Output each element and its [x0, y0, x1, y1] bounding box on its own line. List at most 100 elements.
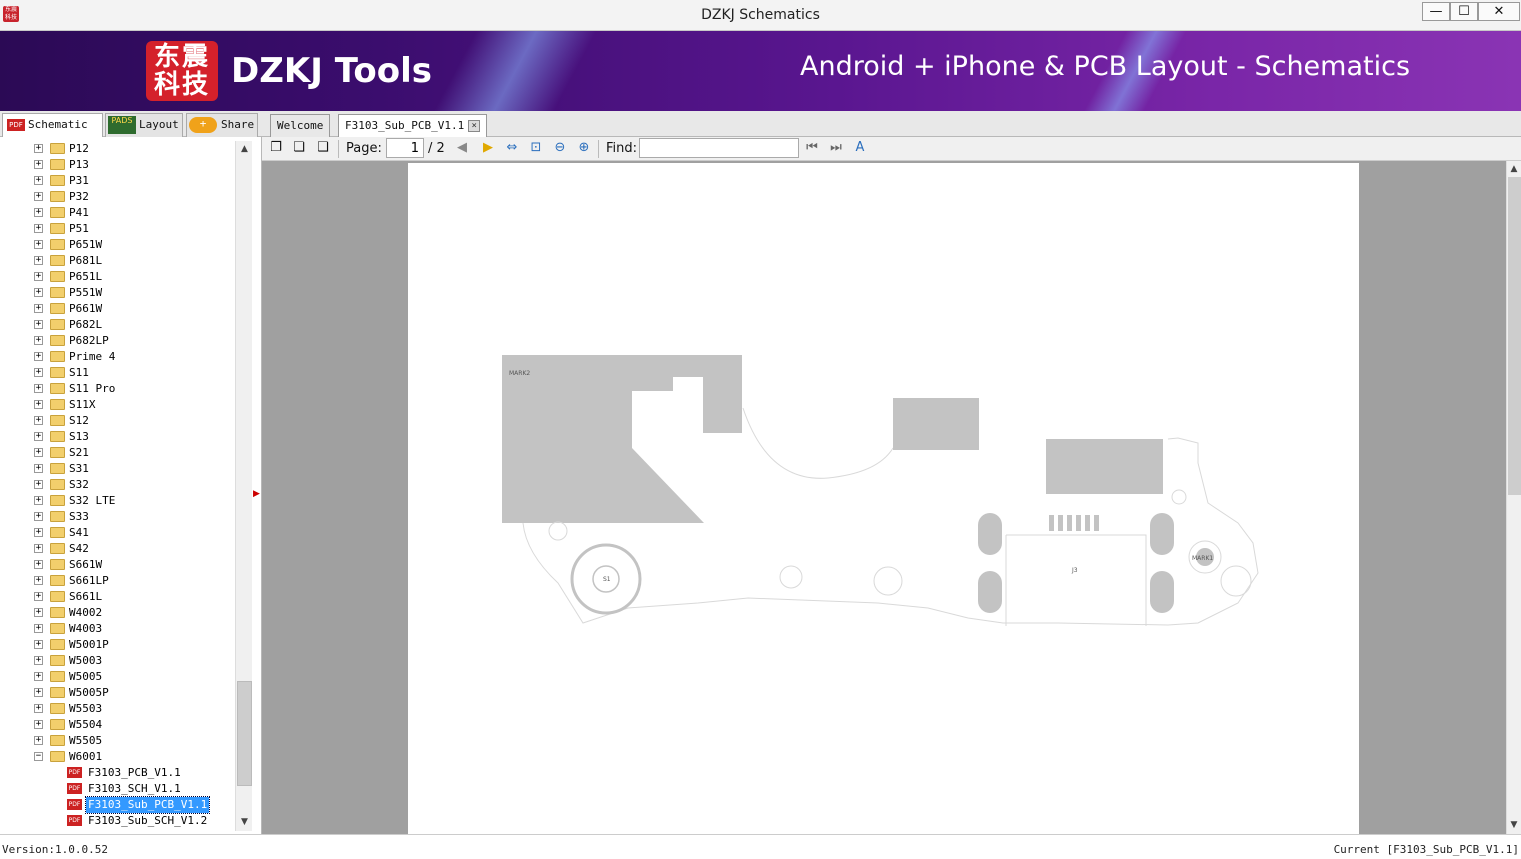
tree-folder-item[interactable]: + W5005	[0, 669, 232, 685]
tree-folder-item[interactable]: + P651L	[0, 269, 232, 285]
tree-folder-item[interactable]: + P661W	[0, 301, 232, 317]
tab-layout[interactable]: PADS Layout	[105, 113, 183, 137]
expand-icon[interactable]: +	[34, 416, 43, 425]
expand-icon[interactable]: +	[34, 256, 43, 265]
expand-icon[interactable]: +	[34, 592, 43, 601]
copy-page-icon[interactable]: ❏	[291, 140, 307, 156]
viewer-scroll-thumb[interactable]	[1508, 177, 1521, 495]
find-input[interactable]	[639, 138, 799, 158]
expand-icon[interactable]: +	[34, 736, 43, 745]
tree-folder-item[interactable]: + S42	[0, 541, 232, 557]
tree-folder-item[interactable]: + W5001P	[0, 637, 232, 653]
minimize-button[interactable]: —	[1422, 2, 1450, 21]
expand-icon[interactable]: +	[34, 304, 43, 313]
expand-icon[interactable]: +	[34, 176, 43, 185]
expand-icon[interactable]: +	[34, 224, 43, 233]
expand-icon[interactable]: +	[34, 288, 43, 297]
tree-folder-item[interactable]: + S32	[0, 477, 232, 493]
expand-icon[interactable]: +	[34, 240, 43, 249]
tree-folder-item[interactable]: + S32 LTE	[0, 493, 232, 509]
tree-folder-item[interactable]: + S661W	[0, 557, 232, 573]
expand-icon[interactable]: +	[34, 400, 43, 409]
tree-folder-item[interactable]: + S31	[0, 461, 232, 477]
tree-folder-item[interactable]: + P31	[0, 173, 232, 189]
tree-folder-item[interactable]: + P681L	[0, 253, 232, 269]
tree-folder-item[interactable]: + W5003	[0, 653, 232, 669]
collapse-icon[interactable]: −	[34, 752, 43, 761]
expand-icon[interactable]: +	[34, 352, 43, 361]
panel-splitter-icon[interactable]: ▶	[253, 489, 260, 499]
tree-folder-item[interactable]: + W5505	[0, 733, 232, 749]
tree-folder-item[interactable]: + S11 Pro	[0, 381, 232, 397]
expand-icon[interactable]: +	[34, 672, 43, 681]
expand-icon[interactable]: +	[34, 480, 43, 489]
tree-file-item[interactable]: PDF F3103_Sub_SCH_V1.2	[0, 813, 232, 829]
expand-icon[interactable]: +	[34, 272, 43, 281]
next-page-icon[interactable]: ▶	[480, 140, 496, 156]
expand-icon[interactable]: +	[34, 160, 43, 169]
document-viewer[interactable]: MARK2 J3 S1 MARK1	[262, 161, 1507, 834]
viewer-scrollbar[interactable]: ▲ ▼	[1506, 161, 1521, 834]
scroll-down-icon[interactable]: ▼	[236, 814, 253, 831]
expand-icon[interactable]: +	[34, 384, 43, 393]
page-number-input[interactable]	[386, 138, 424, 158]
tree-folder-item[interactable]: + S661L	[0, 589, 232, 605]
expand-icon[interactable]: +	[34, 688, 43, 697]
tree-folder-item[interactable]: + W4002	[0, 605, 232, 621]
tree-file-item[interactable]: PDF F3103_PCB_V1.1	[0, 765, 232, 781]
tree-folder-item[interactable]: + P41	[0, 205, 232, 221]
scroll-up-icon[interactable]: ▲	[236, 141, 253, 158]
expand-icon[interactable]: +	[34, 544, 43, 553]
expand-icon[interactable]: +	[34, 336, 43, 345]
fit-width-icon[interactable]: ⇔	[504, 140, 520, 156]
tree-folder-item[interactable]: + P13	[0, 157, 232, 173]
tree-folder-item[interactable]: + P51	[0, 221, 232, 237]
expand-icon[interactable]: +	[34, 656, 43, 665]
expand-icon[interactable]: +	[34, 560, 43, 569]
expand-icon[interactable]: +	[34, 512, 43, 521]
tree-folder-item[interactable]: + S11X	[0, 397, 232, 413]
fit-page-icon[interactable]: ⊡	[528, 140, 544, 156]
expand-icon[interactable]: +	[34, 320, 43, 329]
tree-folder-item-open[interactable]: − W6001	[0, 749, 232, 765]
tree-folder-item[interactable]: + P682L	[0, 317, 232, 333]
expand-icon[interactable]: +	[34, 528, 43, 537]
expand-icon[interactable]: +	[34, 432, 43, 441]
expand-icon[interactable]: +	[34, 624, 43, 633]
scroll-up-icon[interactable]: ▲	[1507, 161, 1521, 178]
copy-all-icon[interactable]: ❑	[315, 140, 331, 156]
tree-folder-item[interactable]: + S21	[0, 445, 232, 461]
tree-folder-item[interactable]: + P551W	[0, 285, 232, 301]
tree-folder-item[interactable]: + P682LP	[0, 333, 232, 349]
expand-icon[interactable]: +	[34, 496, 43, 505]
tree-folder-item[interactable]: + W4003	[0, 621, 232, 637]
tree-folder-item[interactable]: + S12	[0, 413, 232, 429]
copy-icon[interactable]: ❐	[268, 140, 284, 156]
tree-folder-item[interactable]: + P651W	[0, 237, 232, 253]
tree-folder-item[interactable]: + S41	[0, 525, 232, 541]
tab-f3103-sub-pcb[interactable]: F3103_Sub_PCB_V1.1 ×	[338, 114, 488, 137]
maximize-button[interactable]: ☐	[1450, 2, 1478, 21]
expand-icon[interactable]: +	[34, 448, 43, 457]
prev-page-icon[interactable]: ◀	[454, 140, 470, 156]
tree-folder-item[interactable]: + S13	[0, 429, 232, 445]
expand-icon[interactable]: +	[34, 704, 43, 713]
find-next-icon[interactable]: ⏭	[828, 140, 844, 156]
expand-icon[interactable]: +	[34, 192, 43, 201]
expand-icon[interactable]: +	[34, 144, 43, 153]
expand-icon[interactable]: +	[34, 208, 43, 217]
tree-folder-item[interactable]: + W5005P	[0, 685, 232, 701]
expand-icon[interactable]: +	[34, 608, 43, 617]
close-button[interactable]: ✕	[1478, 2, 1520, 21]
expand-icon[interactable]: +	[34, 720, 43, 729]
tree-folder-item[interactable]: + P32	[0, 189, 232, 205]
tab-share[interactable]: + Share	[186, 113, 258, 137]
find-prev-icon[interactable]: ⏮	[804, 140, 820, 156]
scroll-down-icon[interactable]: ▼	[1507, 817, 1521, 834]
tree-file-item[interactable]: PDF F3103_Sub_PCB_V1.1	[0, 796, 232, 814]
expand-icon[interactable]: +	[34, 368, 43, 377]
tree-folder-item[interactable]: + Prime 4	[0, 349, 232, 365]
tab-close-icon[interactable]: ×	[468, 120, 481, 132]
tree-scrollbar[interactable]: ▲ ▼	[235, 141, 252, 831]
expand-icon[interactable]: +	[34, 576, 43, 585]
